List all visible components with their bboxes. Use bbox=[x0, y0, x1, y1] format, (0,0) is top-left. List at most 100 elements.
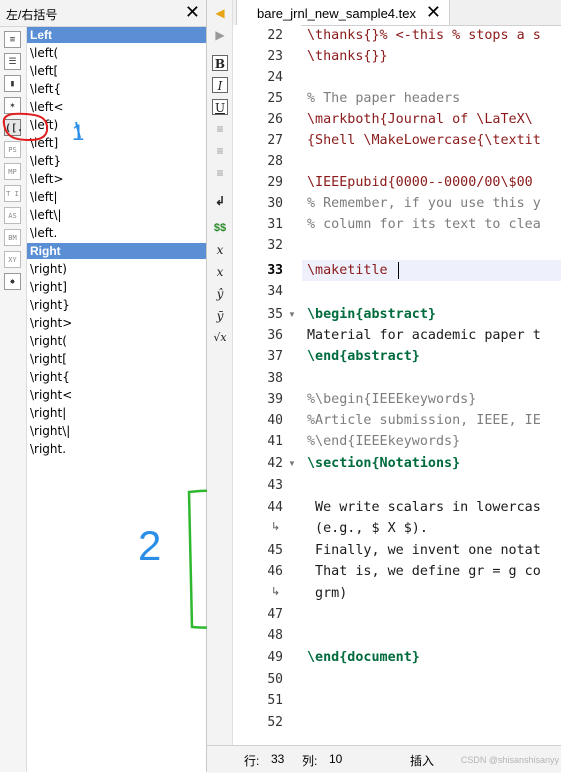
line-number: 48 bbox=[267, 628, 283, 643]
code-line[interactable]: \markboth{Journal of \LaTeX\ bbox=[307, 109, 533, 130]
xy-icon[interactable]: XY bbox=[4, 251, 21, 268]
line-number-gutter: 22 23 24 25 26 27 28 29 30 31 32 33 34 3… bbox=[233, 25, 301, 745]
right-item[interactable]: \right\| bbox=[27, 423, 206, 439]
line-number: 50 bbox=[267, 672, 283, 687]
line-number: 30 bbox=[267, 196, 283, 211]
newline-icon[interactable]: ↲ bbox=[212, 193, 228, 209]
right-item[interactable]: \right} bbox=[27, 297, 206, 313]
code-line[interactable]: % column for its text to clea bbox=[307, 214, 541, 235]
code-line[interactable]: Finally, we invent one notat bbox=[307, 540, 541, 561]
fold-arrow-icon[interactable]: ▼ bbox=[288, 310, 296, 319]
list-icon[interactable]: ≡ bbox=[4, 31, 21, 48]
code-line[interactable]: \section{Notations} bbox=[307, 453, 460, 474]
bold-icon[interactable]: B bbox=[212, 55, 228, 71]
line-number: 34 bbox=[267, 284, 283, 299]
line-number: 32 bbox=[267, 238, 283, 253]
subscript-icon[interactable]: x bbox=[212, 242, 228, 258]
left-item[interactable]: \left\| bbox=[27, 207, 206, 223]
code-line[interactable]: We write scalars in lowercas bbox=[307, 497, 541, 518]
line-number: 40 bbox=[267, 413, 283, 428]
left-item[interactable]: \left} bbox=[27, 153, 206, 169]
code-line[interactable]: \thanks{}% <-this % stops a s bbox=[307, 25, 541, 46]
left-item[interactable]: \left] bbox=[27, 135, 206, 151]
left-item[interactable]: \left{ bbox=[27, 81, 206, 97]
right-item[interactable]: \right[ bbox=[27, 351, 206, 367]
wrap-indicator-icon: ↳ bbox=[271, 586, 281, 598]
line-number: 35 bbox=[267, 307, 283, 322]
hat-icon[interactable]: ŷ bbox=[212, 286, 228, 302]
ps-icon[interactable]: PS bbox=[4, 141, 21, 158]
list-alt-icon[interactable]: ☰ bbox=[4, 53, 21, 70]
bar-icon[interactable]: ȳ bbox=[212, 308, 228, 324]
code-line[interactable]: \IEEEpubid{0000--0000/00\$00 bbox=[307, 172, 533, 193]
code-line-current[interactable]: \maketitle bbox=[307, 260, 388, 281]
code-line[interactable]: \end{abstract} bbox=[307, 346, 420, 367]
italic-icon[interactable]: I bbox=[212, 77, 228, 93]
bm-icon[interactable]: BM bbox=[4, 229, 21, 246]
line-number: 51 bbox=[267, 693, 283, 708]
right-item[interactable]: \right( bbox=[27, 333, 206, 349]
right-item[interactable]: \right{ bbox=[27, 369, 206, 385]
line-number: 52 bbox=[267, 715, 283, 730]
code-line[interactable]: \begin{abstract} bbox=[307, 304, 436, 325]
code-editor[interactable]: \thanks{}% <-this % stops a s \thanks{}}… bbox=[302, 25, 561, 745]
bookmark-icon[interactable]: ▮ bbox=[4, 75, 21, 92]
right-item[interactable]: \right. bbox=[27, 441, 206, 457]
ti-icon[interactable]: T I bbox=[4, 185, 21, 202]
right-item[interactable]: \right< bbox=[27, 387, 206, 403]
brackets-icon[interactable]: ([. bbox=[4, 119, 23, 136]
star-icon[interactable]: ✶ bbox=[4, 97, 21, 114]
line-number: 29 bbox=[267, 175, 283, 190]
code-line-wrapped[interactable]: (e.g., $ X $). bbox=[307, 518, 428, 539]
close-icon[interactable]: ✕ bbox=[426, 0, 441, 24]
left-item[interactable]: \left) bbox=[27, 117, 206, 133]
code-line[interactable]: %Article submission, IEEE, IE bbox=[307, 410, 541, 431]
math-dollar-icon[interactable]: $$ bbox=[212, 220, 228, 236]
tab-file[interactable]: bare_jrnl_new_sample4.tex ✕ bbox=[236, 0, 450, 25]
right-item[interactable]: \right| bbox=[27, 405, 206, 421]
code-line[interactable]: {Shell \MakeLowercase{\textit bbox=[307, 130, 541, 151]
mp-icon[interactable]: MP bbox=[4, 163, 21, 180]
fold-arrow-icon[interactable]: ▼ bbox=[288, 459, 296, 468]
code-line[interactable]: %\end{IEEEkeywords} bbox=[307, 431, 460, 452]
status-bar: 行: 33 列: 10 插入 CSDN @shisanshisanyy bbox=[207, 745, 561, 773]
underline-icon[interactable]: U bbox=[212, 99, 228, 115]
forward-arrow-icon[interactable]: ▶ bbox=[212, 27, 228, 43]
superscript-icon[interactable]: x bbox=[212, 264, 228, 280]
align-left-icon[interactable]: ≡ bbox=[212, 121, 228, 137]
code-line[interactable]: %\begin{IEEEkeywords} bbox=[307, 389, 476, 410]
as-icon[interactable]: AS bbox=[4, 207, 21, 224]
code-line[interactable]: Material for academic paper t bbox=[307, 325, 541, 346]
sqrt-icon[interactable]: √x bbox=[212, 330, 228, 346]
left-item[interactable]: \left< bbox=[27, 99, 206, 115]
right-item[interactable]: \right) bbox=[27, 261, 206, 277]
left-item[interactable]: \left| bbox=[27, 189, 206, 205]
code-line[interactable]: \end{document} bbox=[307, 647, 420, 668]
code-line[interactable]: \thanks{}} bbox=[307, 46, 388, 67]
right-item[interactable]: \right] bbox=[27, 279, 206, 295]
line-number: 24 bbox=[267, 70, 283, 85]
code-line[interactable]: That is, we define gr = g co bbox=[307, 561, 541, 582]
code-line[interactable]: % Remember, if you use this y bbox=[307, 193, 541, 214]
line-number: 38 bbox=[267, 371, 283, 386]
code-line-wrapped[interactable]: grm) bbox=[307, 583, 347, 604]
line-number: 31 bbox=[267, 217, 283, 232]
close-icon[interactable]: ✕ bbox=[185, 2, 200, 22]
left-item[interactable]: \left. bbox=[27, 225, 206, 241]
special-icon[interactable]: ✸ bbox=[4, 273, 21, 290]
line-number: 39 bbox=[267, 392, 283, 407]
left-item[interactable]: \left[ bbox=[27, 63, 206, 79]
line-number: 45 bbox=[267, 543, 283, 558]
panel-header: 左/右括号 ✕ bbox=[0, 0, 206, 27]
align-right-icon[interactable]: ≡ bbox=[212, 165, 228, 181]
symbol-list: Left \left( \left[ \left{ \left< \left) … bbox=[27, 27, 206, 459]
row-label: 行: bbox=[244, 754, 260, 768]
left-item[interactable]: \left( bbox=[27, 45, 206, 61]
right-item[interactable]: \right> bbox=[27, 315, 206, 331]
back-arrow-icon[interactable]: ◀ bbox=[212, 5, 228, 21]
line-number: 43 bbox=[267, 478, 283, 493]
insert-mode[interactable]: 插入 bbox=[410, 752, 434, 769]
align-center-icon[interactable]: ≡ bbox=[212, 143, 228, 159]
left-item[interactable]: \left> bbox=[27, 171, 206, 187]
code-line[interactable]: % The paper headers bbox=[307, 88, 460, 109]
